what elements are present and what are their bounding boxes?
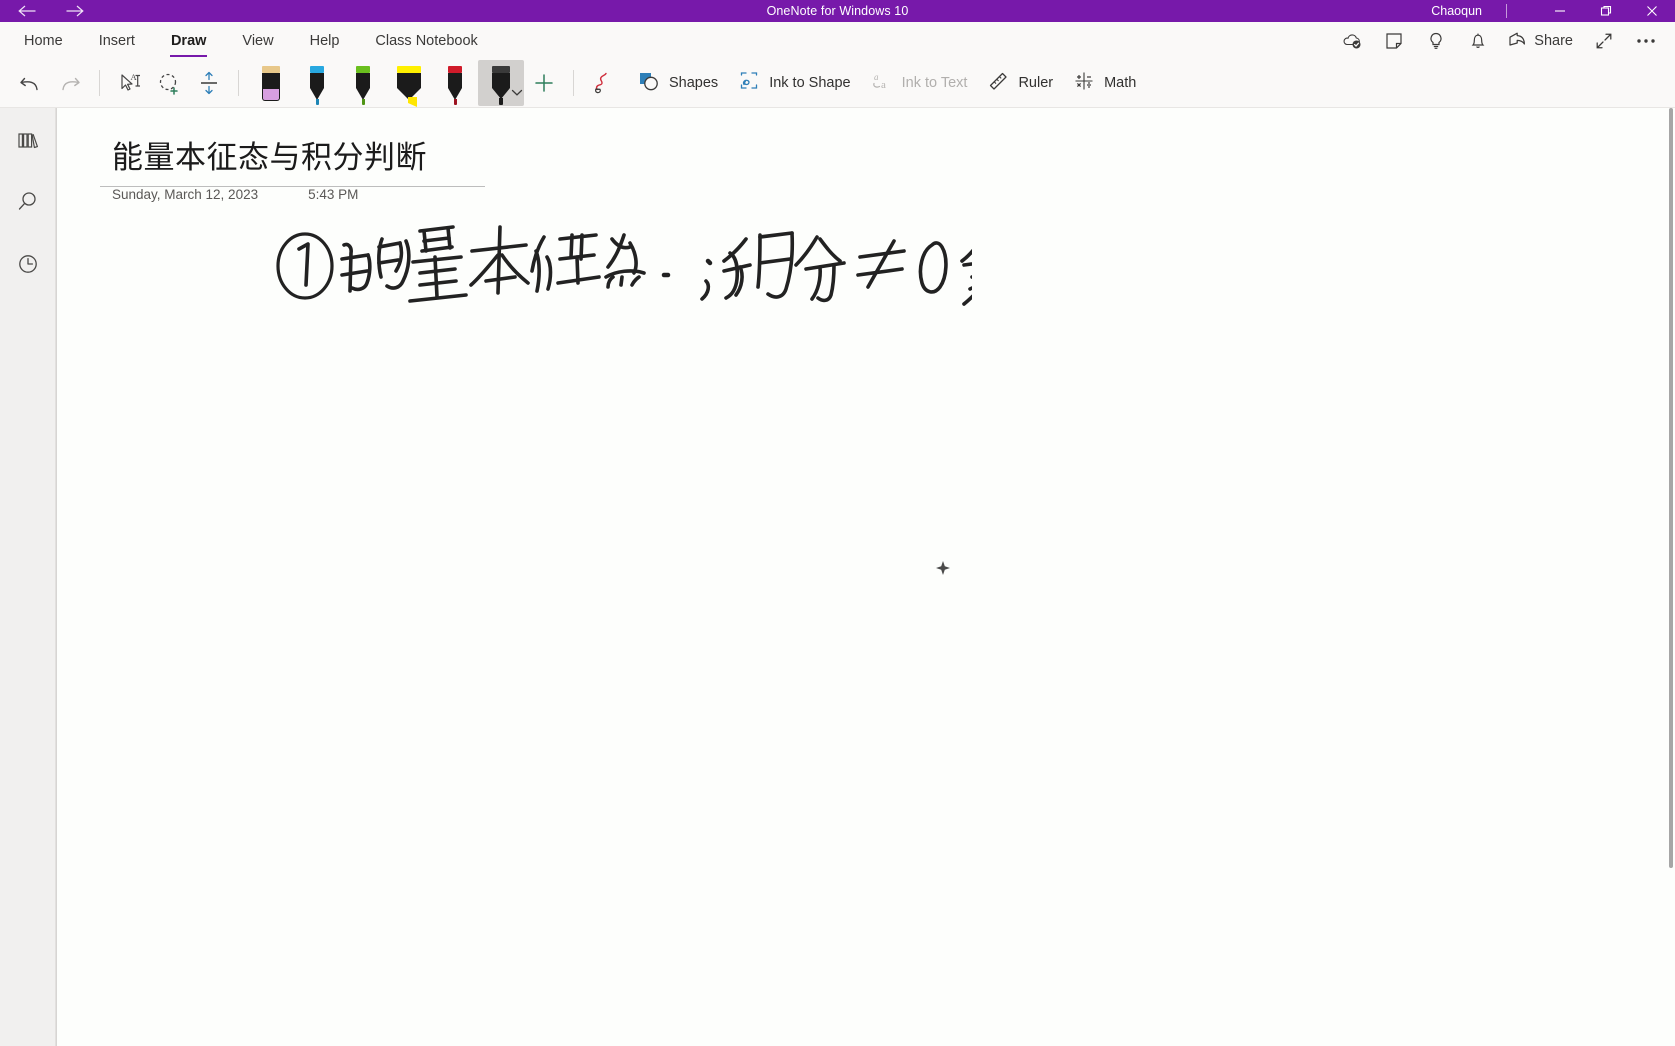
tab-draw[interactable]: Draw [153,22,224,59]
share-icon [1507,30,1527,52]
forward-icon[interactable] [64,3,86,19]
scrollbar-thumb[interactable] [1669,108,1673,868]
select-tool[interactable]: A [109,63,149,103]
sidebar-item-recent[interactable] [6,244,50,284]
tab-view[interactable]: View [224,22,291,59]
ribbon-tab-bar: Home Insert Draw View Help Class Noteboo… [0,22,1675,59]
tab-home[interactable]: Home [6,22,81,59]
more-options-icon[interactable] [1625,24,1667,58]
ink-to-shape-label: Ink to Shape [769,75,851,91]
pen-red[interactable] [432,60,478,106]
tab-help[interactable]: Help [292,22,358,59]
ribbon-tabs: Home Insert Draw View Help Class Noteboo… [0,22,496,59]
lasso-select-tool[interactable] [149,63,189,103]
math-icon [1072,69,1096,97]
ruler-button[interactable]: Ruler [978,63,1064,103]
shapes-button[interactable]: Shapes [629,63,729,103]
ink-to-shape-button[interactable]: Ink to Shape [729,63,861,103]
title-bar-divider [1506,4,1507,18]
undo-button[interactable] [10,63,50,103]
vertical-scrollbar[interactable] [1667,108,1675,1046]
toolbar-divider-1 [99,70,100,96]
ink-to-text-button[interactable]: a a Ink to Text [862,63,979,103]
page-canvas[interactable]: 能量本征态与积分判断 Sunday, March 12, 2023 5:43 P… [57,108,1668,1046]
math-label: Math [1104,75,1137,91]
left-navigation-rail [0,108,56,1046]
ink-to-shape-icon [737,69,761,97]
navigation-arrows [0,3,86,19]
pen-blue[interactable] [294,60,340,106]
svg-text:A: A [131,72,138,82]
ribbon-right-actions: Share [1331,22,1667,59]
notifications-icon[interactable] [1457,24,1499,58]
redo-button[interactable] [50,63,90,103]
chevron-down-icon[interactable] [511,84,523,102]
sync-status-icon[interactable] [1331,24,1373,58]
svg-text:a: a [874,72,879,82]
pen-black[interactable] [478,60,524,106]
restore-button[interactable] [1583,0,1629,22]
shapes-icon [637,69,661,97]
sticky-notes-icon[interactable] [1373,24,1415,58]
minimize-button[interactable] [1537,0,1583,22]
account-name[interactable]: Chaoqun [1423,4,1496,18]
eraser-tool[interactable] [248,60,294,106]
ruler-icon [986,69,1010,97]
tab-insert[interactable]: Insert [81,22,153,59]
toolbar-divider-3 [573,70,574,96]
shapes-label: Shapes [669,75,719,91]
share-button[interactable]: Share [1499,24,1583,58]
ruler-label: Ruler [1018,75,1054,91]
ink-to-text-icon: a a [870,69,894,97]
title-bar: OneNote for Windows 10 Chaoqun [0,0,1675,22]
back-icon[interactable] [16,3,38,19]
full-screen-icon[interactable] [1583,24,1625,58]
ink-note[interactable] [57,108,1668,1046]
toolbar-divider-2 [238,70,239,96]
ink-color-button[interactable] [583,63,623,103]
draw-toolbar: A Shapes Ink to Shape a a Ink to Text Ru… [0,59,1675,108]
sidebar-item-search[interactable] [6,182,50,222]
title-bar-right: Chaoqun [1423,0,1675,22]
highlighter-yellow[interactable] [386,60,432,107]
tell-me-icon[interactable] [1415,24,1457,58]
share-label: Share [1534,32,1573,49]
tab-class-notebook[interactable]: Class Notebook [357,22,495,59]
pen-green[interactable] [340,60,386,106]
svg-text:a: a [881,79,886,91]
pen-crosshair-cursor [935,560,951,576]
add-pen-button[interactable] [524,63,564,103]
ink-to-text-label: Ink to Text [901,75,968,91]
math-button[interactable]: Math [1064,63,1147,103]
close-button[interactable] [1629,0,1675,22]
sidebar-item-notebooks[interactable] [6,120,50,160]
insert-space-tool[interactable] [189,63,229,103]
